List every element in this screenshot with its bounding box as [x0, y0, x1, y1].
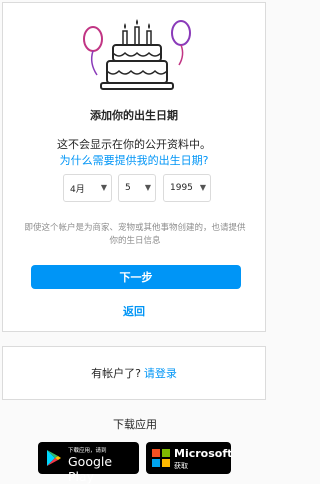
month-value: 4月	[70, 184, 85, 195]
year-value: 1995	[170, 183, 193, 193]
month-select[interactable]: 4月 ▼	[63, 174, 112, 202]
login-card: 有帐户了? 请登录	[2, 346, 266, 400]
microsoft-big-text: Microsoft	[174, 447, 233, 460]
business-note: 即使这个帐户是为商家、宠物或其他事物创建的，也请提供你的生日信息	[24, 223, 246, 246]
page-title: 添加你的出生日期	[90, 109, 178, 122]
year-select[interactable]: 1995 ▼	[163, 174, 211, 202]
have-account-text: 有帐户了?	[91, 367, 141, 380]
chevron-down-icon: ▼	[199, 183, 206, 192]
microsoft-logo-icon	[152, 449, 170, 467]
birthday-selects: 4月 ▼ 5 ▼ 1995 ▼	[3, 174, 265, 202]
back-link[interactable]: 返回	[3, 303, 265, 319]
chevron-down-icon: ▼	[100, 183, 107, 192]
why-birthday-link[interactable]: 为什么需要提供我的出生日期?	[3, 152, 265, 168]
google-play-icon	[47, 450, 61, 466]
login-link[interactable]: 请登录	[144, 365, 177, 381]
next-button[interactable]: 下一步	[31, 265, 241, 289]
download-app-label: 下载应用	[113, 418, 157, 431]
google-play-badge[interactable]: 下载应用，请到 Google Play	[38, 442, 139, 484]
day-value: 5	[125, 183, 131, 193]
microsoft-store-badge[interactable]: Microsoft 获取	[146, 442, 233, 474]
birthday-cake-illustration	[83, 19, 191, 90]
microsoft-small-text: 获取	[174, 462, 188, 470]
chevron-down-icon: ▼	[144, 183, 151, 192]
google-play-small-text: 下载应用，请到	[68, 448, 107, 454]
privacy-note: 这不会显示在你的公开资料中。	[57, 138, 211, 151]
birthday-card: 添加你的出生日期 这不会显示在你的公开资料中。 为什么需要提供我的出生日期? 4…	[2, 2, 266, 332]
day-select[interactable]: 5 ▼	[118, 174, 156, 202]
